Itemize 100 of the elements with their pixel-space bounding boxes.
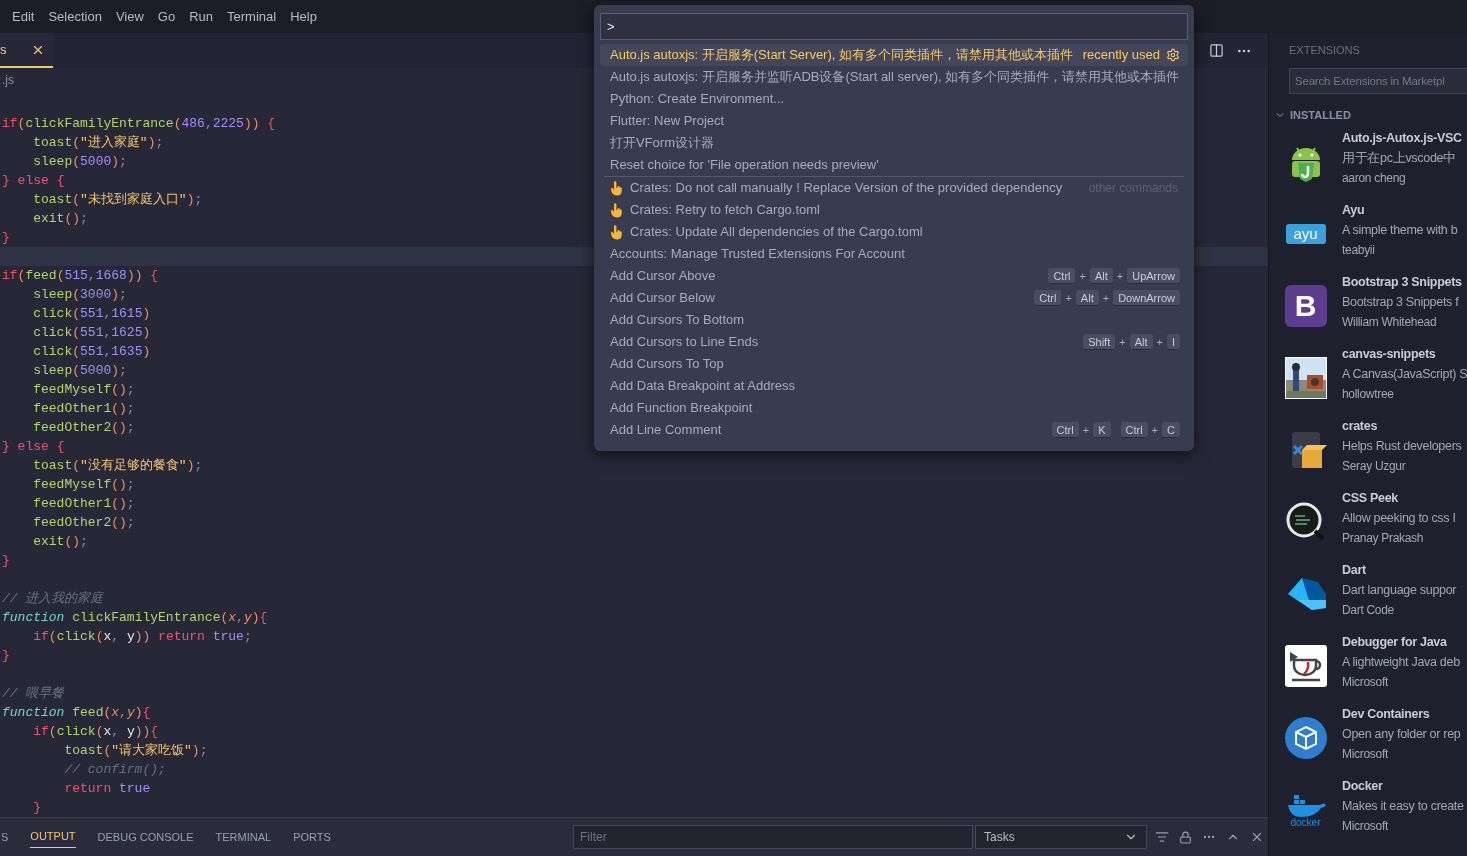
extension-item[interactable]: Dart Dart language suppor Dart Code [1269,558,1467,630]
menu-item[interactable]: Help [284,6,323,27]
menu-item[interactable]: Selection [42,6,108,27]
code-line: if(click(x, y)) return true; [32,629,252,644]
command-item[interactable]: Add Cursors to Line Ends Shift + Alt + I [600,331,1188,353]
code-line: // 进入我的家庭 [2,591,104,606]
code-line: } else { [2,439,65,454]
split-editor-icon[interactable] [1209,43,1224,58]
code-line: feedOther2(); [32,420,135,435]
command-item[interactable]: Add Function Breakpoint [600,397,1188,419]
command-item[interactable]: Add Data Breakpoint at Address [600,375,1188,397]
pointing-hand-icon [610,202,624,218]
code-line: click(551,1635) [32,344,151,359]
code-line: } else { [2,173,65,188]
extension-publisher: Microsoft [1342,746,1390,763]
plus-sign: + [1151,422,1159,438]
code-line: sleep(5000); [32,154,127,169]
extension-item[interactable]: Debugger for Java A lightweight Java deb Microsoft [1269,630,1467,702]
extension-description: Helps Rust developers [1342,438,1462,455]
code-line: sleep(5000); [32,363,127,378]
list-filter-icon[interactable] [1155,830,1169,844]
command-input[interactable]: > [600,13,1188,40]
breadcrumb[interactable]: .js [2,71,14,89]
extension-item[interactable]: CSS Peek Allow peeking to css I Pranay Prakash [1269,486,1467,558]
extension-item[interactable]: canvas-snippets A Canvas(JavaScript) S hollowtree [1269,342,1467,414]
code-line: function clickFamilyEntrance(x,y){ [2,610,268,625]
tasks-dropdown[interactable]: Tasks [975,825,1147,849]
search-field[interactable]: Search Extensions in Marketpl [1289,68,1467,94]
extension-publisher: Microsoft [1342,674,1390,691]
menu-item[interactable]: Terminal [221,6,283,27]
command-item[interactable]: Crates: Update All dependencies of the Cargo.toml [600,221,1188,243]
code-line: // confirm(); [63,762,166,777]
section-header[interactable]: INSTALLED [1269,104,1467,126]
command-item[interactable]: Python: Create Environment... [600,88,1188,110]
command-item[interactable]: Flutter: New Project [600,110,1188,132]
keycap: Alt [1089,268,1113,284]
panel-tab[interactable]: S [1,826,9,848]
extension-description: Dart language suppor [1342,582,1457,599]
code-line: click(551,1625) [32,325,151,340]
ayu-logo: ayu [1285,224,1326,244]
menu-item[interactable]: Go [151,6,182,27]
code-line: } [32,800,41,815]
plus-sign: + [1156,334,1163,350]
lock-icon[interactable] [1179,830,1192,844]
command-item[interactable]: Accounts: Manage Trusted Extensions For Account [600,243,1188,265]
extension-item[interactable]: Dev Containers Open any folder or rep Microsoft [1269,702,1467,774]
code-line: return true [63,781,151,796]
extension-item[interactable]: crates Helps Rust developers Seray Uzgur [1269,414,1467,486]
extension-publisher: William Whitehead [1342,314,1438,331]
command-item[interactable]: Auto.js autoxjs: 开启服务并监听ADB设备(Start all server), 如有多个同类插件，请禁用其他或本插件 [600,66,1188,88]
code-line: } [2,230,10,245]
bootstrap-logo: B [1284,285,1327,327]
panel-tab[interactable]: TERMINAL [215,826,272,848]
extension-item[interactable]: B Bootstrap 3 Snippets Bootstrap 3 Snippets f William Whitehead [1269,270,1467,342]
keycap: Ctrl [1051,422,1079,438]
editor-tab[interactable]: s [0,33,53,68]
keycap: Ctrl [1048,268,1076,284]
extension-name: canvas-snippets [1342,346,1437,363]
code-line: feedOther1(); [32,401,135,416]
extension-item[interactable]: docker Docker Makes it easy to create Microsoft [1269,774,1467,846]
keycap: Alt [1129,334,1153,350]
command-item[interactable]: Add Cursors To Top [600,353,1188,375]
command-item[interactable]: Add Cursor Below Ctrl + Alt + DownArrow [600,287,1188,309]
extension-description: 用于在pc上vscode中 [1342,150,1457,167]
plus-sign: + [1102,290,1110,306]
cube-icon [1283,716,1328,760]
menu-item[interactable]: View [109,6,150,27]
code-line: exit(); [32,534,88,549]
command-item[interactable]: 打开VForm设计器 [600,132,1188,154]
code-line: sleep(3000); [32,287,127,302]
extension-name: CSS Peek [1342,490,1399,507]
filter-field[interactable]: Filter [573,825,973,849]
pointing-hand-icon [610,224,624,240]
command-item[interactable]: Reset choice for 'File operation needs preview' [600,154,1188,176]
plus-sign: + [1065,290,1072,306]
extension-publisher: Seray Uzgur [1342,458,1407,475]
close-icon[interactable] [1250,830,1264,844]
command-item[interactable]: Add Line Comment Ctrl + K Ctrl + C [600,419,1188,441]
extension-description: A lightweight Java deb [1342,654,1460,671]
extension-publisher: Microsoft [1342,818,1390,835]
command-item[interactable]: Auto.js autoxjs: 开启服务(Start Server), 如有多个同类插件，请禁用其他或本插件 recently used [600,44,1188,66]
keycap: Ctrl [1120,422,1148,438]
command-item[interactable]: Add Cursor Above Ctrl + Alt + UpArrow [600,265,1188,287]
panel-tab[interactable]: OUTPUT [30,826,76,848]
settings-icon[interactable] [1166,48,1180,62]
panel-tab[interactable]: PORTS [293,826,331,848]
command-item[interactable]: Add Cursors To Bottom [600,309,1188,331]
panel-tab[interactable]: DEBUG CONSOLE [97,826,194,848]
extension-name: Ayu [1342,202,1366,219]
recently-used-label: recently used [1082,46,1160,65]
code-line: function feed(x,y){ [2,705,151,720]
command-item[interactable]: Crates: Retry to fetch Cargo.toml [600,199,1188,221]
menu-item[interactable]: Edit [6,6,41,27]
extension-item[interactable]: ayu Ayu A simple theme with b teabyii [1269,198,1467,270]
extension-name: Dev Containers [1342,706,1431,723]
extension-description: Allow peeking to css I [1342,510,1456,527]
extension-description: Open any folder or rep [1342,726,1461,743]
extension-item[interactable]: Auto.js-Autox.js-VSC 用于在pc上vscode中 aaron cheng [1269,126,1467,198]
menu-item[interactable]: Run [183,6,220,27]
code-line: toast("进入家庭"); [32,135,164,150]
